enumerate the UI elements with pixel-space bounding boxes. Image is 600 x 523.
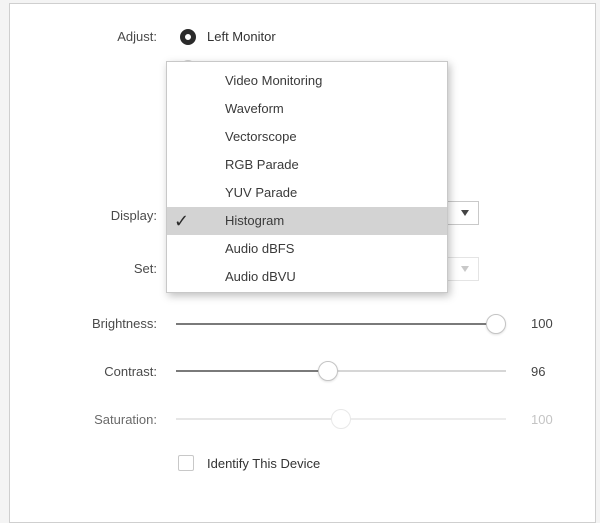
saturation-label: Saturation: [94, 412, 157, 427]
contrast-slider[interactable] [176, 361, 506, 381]
slider-thumb[interactable] [317, 361, 338, 381]
left-monitor-label[interactable]: Left Monitor [207, 29, 276, 44]
menu-item-label: Waveform [225, 101, 284, 116]
menu-item-video-monitoring[interactable]: Video Monitoring [167, 67, 447, 95]
menu-item-label: Video Monitoring [225, 73, 323, 88]
menu-item-label: Audio dBVU [225, 269, 296, 284]
chevron-down-icon [457, 202, 473, 224]
slider-fill [176, 323, 496, 325]
slider-fill [176, 418, 341, 420]
adjust-label: Adjust: [117, 29, 157, 44]
saturation-value: 100 [531, 412, 553, 427]
left-monitor-radio[interactable] [180, 29, 196, 45]
slider-fill [176, 370, 328, 372]
menu-item-yuv-parade[interactable]: YUV Parade [167, 179, 447, 207]
menu-item-label: Vectorscope [225, 129, 297, 144]
set-label: Set: [133, 261, 157, 276]
contrast-label: Contrast: [104, 364, 157, 379]
menu-item-label: Histogram [225, 213, 285, 228]
slider-thumb[interactable] [486, 314, 506, 334]
menu-item-audio-dbfs[interactable]: Audio dBFS [167, 235, 447, 263]
menu-item-waveform[interactable]: Waveform [167, 95, 447, 123]
identify-device-label[interactable]: Identify This Device [207, 456, 320, 471]
saturation-slider[interactable] [176, 409, 506, 429]
slider-thumb[interactable] [331, 409, 351, 429]
checkmark-icon: ✓ [174, 211, 190, 231]
display-label: Display: [110, 208, 157, 223]
display-dropdown-menu: Video Monitoring Waveform Vectorscope RG… [166, 61, 448, 293]
contrast-value: 96 [531, 364, 546, 379]
menu-item-label: YUV Parade [225, 185, 298, 200]
brightness-label: Brightness: [91, 316, 157, 331]
menu-item-label: RGB Parade [225, 157, 299, 172]
identify-device-checkbox[interactable] [178, 455, 194, 471]
menu-item-histogram[interactable]: ✓ Histogram [167, 207, 447, 235]
menu-item-label: Audio dBFS [225, 241, 295, 256]
brightness-value: 100 [531, 316, 553, 331]
menu-item-rgb-parade[interactable]: RGB Parade [167, 151, 447, 179]
chevron-down-icon [457, 258, 473, 280]
menu-item-audio-dbvu[interactable]: Audio dBVU [167, 263, 447, 291]
brightness-slider[interactable] [176, 314, 506, 334]
menu-item-vectorscope[interactable]: Vectorscope [167, 123, 447, 151]
